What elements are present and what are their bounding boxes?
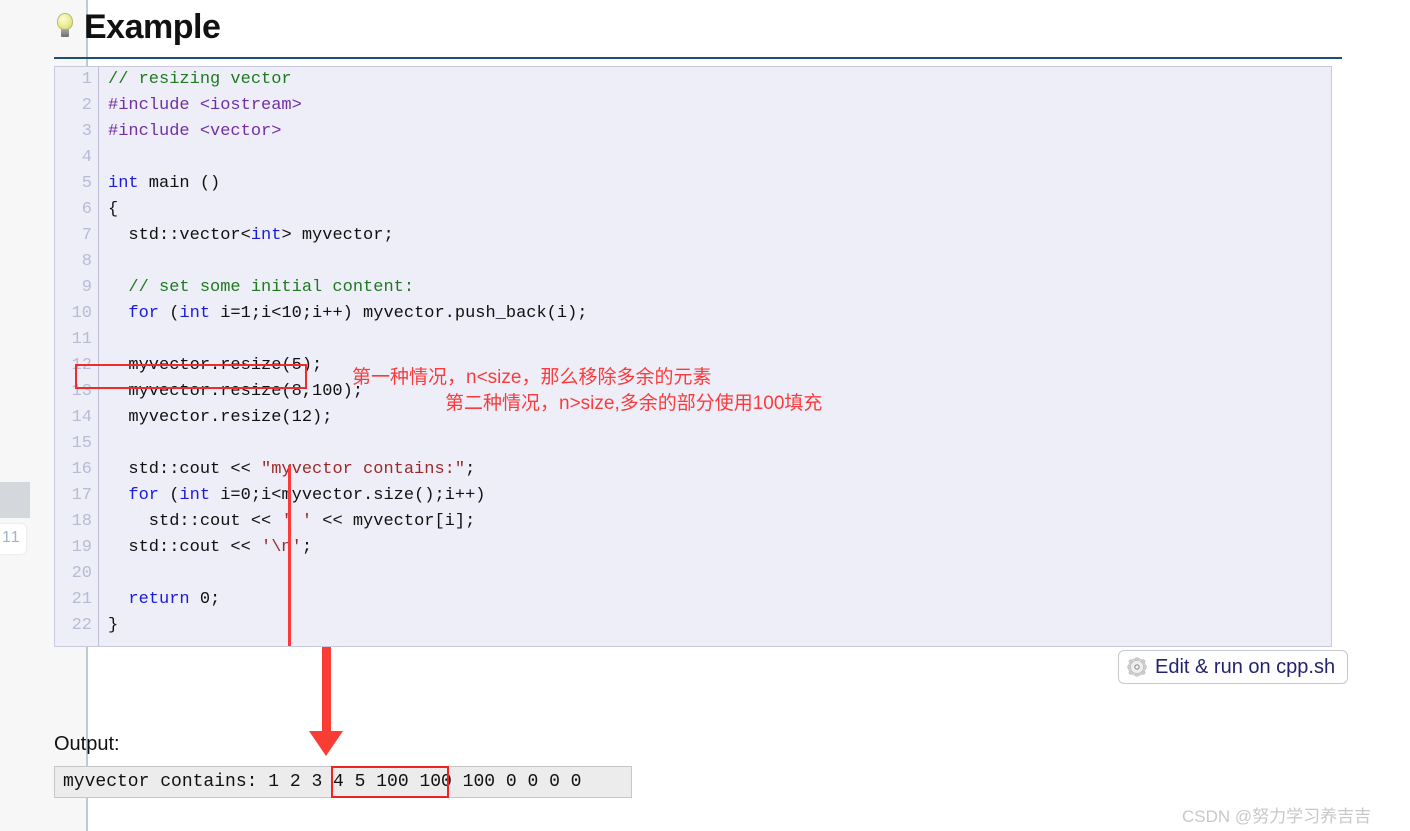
annotation-arrow-head: [309, 731, 343, 756]
code-line: int main (): [108, 171, 588, 197]
line-number: 4: [81, 148, 92, 167]
code-line: #include <vector>: [108, 119, 588, 145]
code-line: std::vector<int> myvector;: [108, 223, 588, 249]
annotation-second-case: 第二种情况，n>size,多余的部分使用100填充: [445, 393, 823, 414]
line-number: 5: [81, 174, 92, 193]
line-number: 17: [71, 486, 92, 505]
code-line: // set some initial content:: [108, 275, 588, 301]
line-number-gutter: 1 2 3 4 5 6 7 8 9 10 11 12 13 14 15 16 17 18 19 20 21 22: [55, 67, 99, 646]
code-token: for: [128, 304, 160, 323]
code-token: {: [108, 200, 119, 219]
code-token: myvector.resize(8,100);: [108, 382, 364, 401]
line-number: 1: [81, 70, 92, 89]
code-line: {: [108, 197, 588, 223]
line-number: 16: [71, 460, 92, 479]
code-token: "myvector contains:": [261, 460, 466, 479]
sidebar-placeholder-block: [0, 482, 30, 518]
line-number: 10: [71, 304, 92, 323]
page-title: Example: [54, 8, 221, 46]
line-number: 9: [81, 278, 92, 297]
code-token: main (): [138, 174, 221, 193]
code-token: (: [159, 486, 180, 505]
main-content: Example 1 2 3 4 5 6 7 8 9 10 11 12 13 14 15 16 17 18 19 20 2…: [54, 0, 1410, 831]
code-token: int: [108, 174, 139, 193]
code-token: ;: [301, 538, 313, 557]
code-line: }: [108, 613, 588, 639]
code-token: int: [179, 304, 211, 323]
code-line: return 0;: [108, 587, 588, 613]
code-line: // resizing vector: [108, 67, 588, 93]
sidebar-page-number: 11: [2, 529, 21, 546]
line-number: 12: [71, 356, 92, 375]
line-number: 6: [81, 200, 92, 219]
code-token: ;: [465, 460, 476, 479]
code-token: int: [179, 486, 211, 505]
line-number: 21: [71, 590, 92, 609]
watermark: CSDN @努力学习养吉吉: [1182, 807, 1372, 826]
code-token: #include <iostream>: [108, 96, 302, 115]
output-label: Output:: [54, 733, 120, 755]
line-number: 3: [81, 122, 92, 141]
code-lines: // resizing vector #include <iostream> #in…: [100, 67, 588, 646]
gear-icon: [1127, 657, 1147, 677]
code-token: // resizing vector: [108, 70, 292, 89]
line-number: 8: [81, 252, 92, 271]
annotation-first-case: 第一种情况，n<size，那么移除多余的元素: [352, 367, 712, 388]
line-number: 11: [71, 330, 92, 349]
code-token: (: [159, 304, 180, 323]
code-token: '\n': [261, 538, 302, 557]
code-token: > myvector;: [281, 226, 394, 245]
code-token: ' ': [281, 512, 313, 531]
line-number: 13: [71, 382, 92, 401]
code-token: myvector.resize(5);: [108, 356, 323, 375]
code-line: std::cout << '\n';: [108, 535, 588, 561]
output-box: myvector contains: 1 2 3 4 5 100 100 100…: [54, 766, 632, 798]
code-line: std::cout << ' ' << myvector[i];: [108, 509, 588, 535]
line-number: 19: [71, 538, 92, 557]
code-line: std::cout << "myvector contains:";: [108, 457, 588, 483]
code-token: #include <vector>: [108, 122, 282, 141]
edit-and-run-label: Edit & run on cpp.sh: [1155, 655, 1336, 678]
output-text: myvector contains: 1 2 3 4 5 100 100 100…: [63, 772, 582, 792]
code-line: #include <iostream>: [108, 93, 588, 119]
line-number: 7: [81, 226, 92, 245]
code-token: << myvector[i];: [312, 512, 476, 531]
code-token: return: [128, 590, 190, 609]
line-number: 18: [71, 512, 92, 531]
code-token: std::cout <<: [108, 538, 262, 557]
code-token: int: [250, 226, 282, 245]
code-line: for (int i=0;i<myvector.size();i++): [108, 483, 588, 509]
code-token: myvector.resize(12);: [108, 408, 333, 427]
code-token: // set some initial content:: [108, 278, 415, 297]
code-token: i=1;i<10;i++) myvector.push_back(i);: [210, 304, 588, 323]
annotation-vertical-line: [288, 465, 291, 646]
code-line: for (int i=1;i<10;i++) myvector.push_bac…: [108, 301, 588, 327]
line-number: 14: [71, 408, 92, 427]
code-token: i=0;i<myvector.size();i++): [210, 486, 486, 505]
code-token: std::vector<: [108, 226, 251, 245]
code-token: }: [108, 616, 119, 635]
line-number: 22: [71, 616, 92, 635]
code-sample-block[interactable]: 1 2 3 4 5 6 7 8 9 10 11 12 13 14 15 16 17 18 19 20 21 22 // r…: [54, 66, 1332, 647]
line-number: 2: [81, 96, 92, 115]
page-title-label: Example: [84, 8, 221, 46]
code-token: for: [128, 486, 160, 505]
annotation-arrow-shaft: [322, 647, 331, 739]
title-divider: [54, 57, 1342, 59]
code-token: std::cout <<: [108, 460, 262, 479]
lightbulb-icon: [54, 12, 76, 42]
line-number: 15: [71, 434, 92, 453]
line-number: 20: [71, 564, 92, 583]
code-token: std::cout <<: [108, 512, 282, 531]
edit-and-run-button[interactable]: Edit & run on cpp.sh: [1118, 650, 1349, 684]
code-token: 0;: [189, 590, 221, 609]
